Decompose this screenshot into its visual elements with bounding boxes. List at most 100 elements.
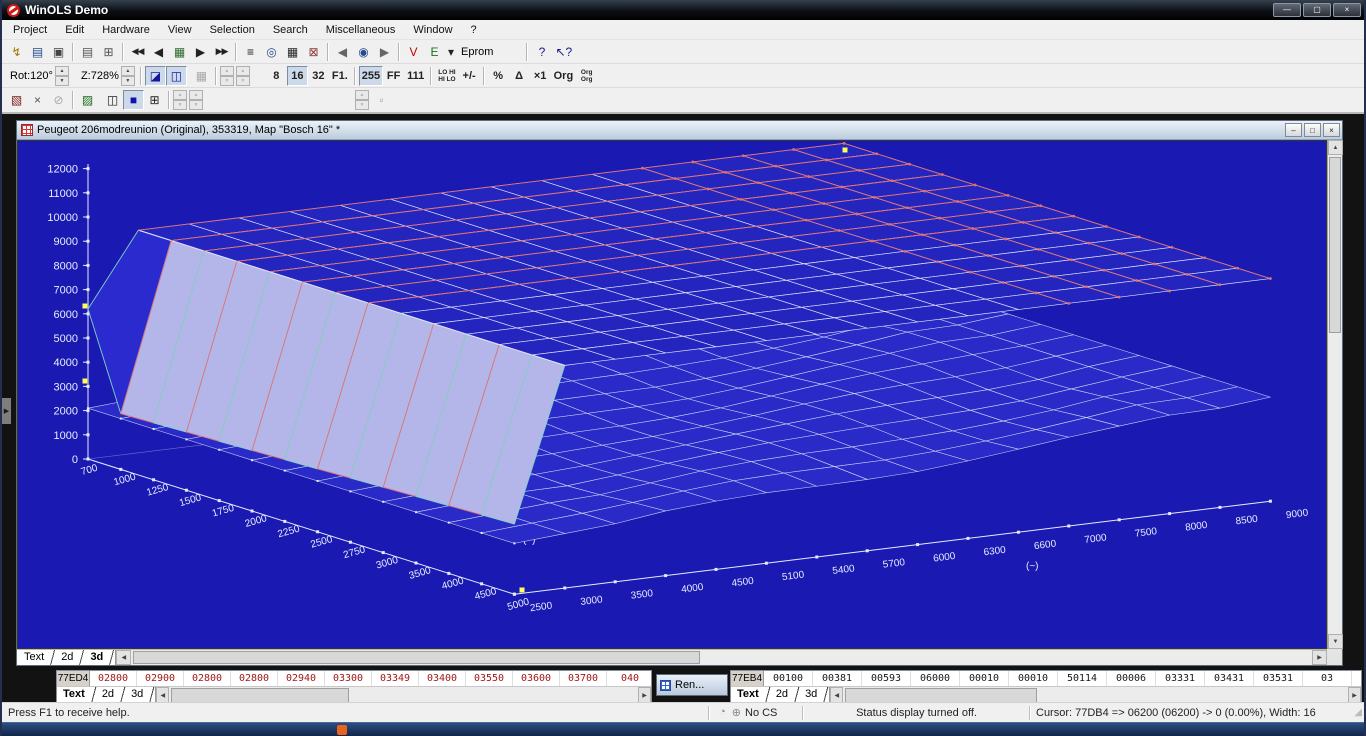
value-cell[interactable]: 03700 xyxy=(560,671,607,686)
x-axis-spinner[interactable]: ▲▼ xyxy=(220,66,234,86)
last-map-button[interactable]: ▶▶ xyxy=(211,42,232,62)
map-properties-icon[interactable]: ▧ xyxy=(6,90,27,110)
vertical-scroll-track[interactable] xyxy=(1328,155,1342,634)
value-spinner[interactable]: ▲▼ xyxy=(355,90,369,110)
window-list-icon[interactable]: ≡ xyxy=(240,42,261,62)
value-cell[interactable]: 00593 xyxy=(862,671,911,686)
value-cell[interactable]: 03400 xyxy=(419,671,466,686)
value-cell[interactable]: 03600 xyxy=(513,671,560,686)
horizontal-scroll-track[interactable] xyxy=(131,650,1312,665)
value-cell[interactable]: 02900 xyxy=(137,671,184,686)
value-cell[interactable]: 03550 xyxy=(466,671,513,686)
window-split-icon[interactable]: ◫ xyxy=(102,90,123,110)
background-fill-button[interactable]: ■ xyxy=(123,90,144,110)
value-cell[interactable]: 02800 xyxy=(90,671,137,686)
view-3d-grid-button[interactable]: ◫ xyxy=(166,66,187,86)
rotation-spinner[interactable]: ▲▼ xyxy=(55,66,69,86)
horizontal-scroll-thumb[interactable] xyxy=(845,688,1037,702)
scroll-right-button[interactable]: ▶ xyxy=(638,687,651,702)
insert-column-icon[interactable]: ⊞ xyxy=(144,90,165,110)
maximize-button[interactable]: ▢ xyxy=(1303,3,1331,17)
menu-edit[interactable]: Edit xyxy=(56,22,93,38)
spin-up-icon[interactable]: ▲ xyxy=(55,66,69,76)
print-icon[interactable]: ▣ xyxy=(48,42,69,62)
byte-order-button[interactable]: LO HIHI LO xyxy=(435,66,458,86)
map-window-titlebar[interactable]: Peugeot 206modreunion (Original), 353319… xyxy=(17,121,1342,140)
value-cell[interactable]: 06000 xyxy=(911,671,960,686)
map-table-icon[interactable]: ▦ xyxy=(282,42,303,62)
value-cell[interactable]: 03 xyxy=(1303,671,1352,686)
zoom-map-icon[interactable]: ◎ xyxy=(261,42,282,62)
help-icon[interactable]: ? xyxy=(531,42,552,62)
value-cell[interactable]: 00010 xyxy=(960,671,1009,686)
percent-button[interactable]: % xyxy=(488,66,509,86)
history-back-button[interactable]: ◀ xyxy=(332,42,353,62)
original-button[interactable]: Org xyxy=(551,66,577,86)
horizontal-scroll-thumb[interactable] xyxy=(171,688,349,702)
text-view-icon[interactable]: ▤ xyxy=(77,42,98,62)
y-axis-spinner[interactable]: ▲▼ xyxy=(236,66,250,86)
value-cell[interactable]: 00381 xyxy=(813,671,862,686)
sign-button[interactable]: +/- xyxy=(459,66,480,86)
zoom-spinner[interactable]: ▲▼ xyxy=(121,66,135,86)
menu-selection[interactable]: Selection xyxy=(201,22,264,38)
value-cell[interactable]: 03431 xyxy=(1205,671,1254,686)
spin-down-icon[interactable]: ▼ xyxy=(173,100,187,110)
resize-grip-icon[interactable]: ◢ xyxy=(1348,707,1364,718)
spin-up-icon[interactable]: ▲ xyxy=(355,90,369,100)
taskbar-app-icon[interactable] xyxy=(337,725,347,735)
tab-text[interactable]: Text xyxy=(19,650,49,665)
scroll-up-button[interactable]: ▲ xyxy=(1328,140,1343,155)
tab-text[interactable]: Text xyxy=(732,687,764,702)
first-map-button[interactable]: ◀◀ xyxy=(127,42,148,62)
row-spinner[interactable]: ▲▼ xyxy=(189,90,203,110)
spin-up-icon[interactable]: ▲ xyxy=(121,66,135,76)
difference-button[interactable]: Δ xyxy=(509,66,530,86)
window-77eb4[interactable]: 77EB400100003810059306000000100001050114… xyxy=(730,670,1362,702)
client-data-icon[interactable]: ▤ xyxy=(27,42,48,62)
dock-panel-arrow-icon[interactable]: ▶ xyxy=(2,398,11,424)
eprom-dropdown-arrow[interactable]: ▾ xyxy=(445,42,457,62)
checksum-icon[interactable]: V xyxy=(403,42,424,62)
menu-window[interactable]: Window xyxy=(404,22,461,38)
menu-help[interactable]: ? xyxy=(462,22,486,38)
horizontal-scroll-track[interactable] xyxy=(843,687,1348,702)
window-titlebar[interactable]: WinOLS Demo — ▢ × xyxy=(2,0,1364,20)
original-compare-button[interactable]: OrgOrg xyxy=(576,66,597,86)
spin-down-icon[interactable]: ▼ xyxy=(121,76,135,86)
spin-up-icon[interactable]: ▲ xyxy=(220,66,234,76)
next-map-button[interactable]: ▶ xyxy=(190,42,211,62)
value-cell[interactable]: 02800 xyxy=(184,671,231,686)
display-hex-button[interactable]: FF xyxy=(383,66,404,86)
spin-up-icon[interactable]: ▲ xyxy=(189,90,203,100)
vertical-scrollbar[interactable]: ▲ ▼ xyxy=(1327,140,1342,649)
tools-icon[interactable]: ⊠ xyxy=(303,42,324,62)
horizontal-scrollbar[interactable]: ◀ ▶ xyxy=(116,650,1327,665)
spin-up-icon[interactable]: ▲ xyxy=(236,66,250,76)
apply-value-button[interactable]: ▫ xyxy=(371,90,392,110)
tab-3d[interactable]: 3d xyxy=(800,687,822,702)
width-32bit-button[interactable]: 32 xyxy=(308,66,329,86)
value-cell[interactable]: 50114 xyxy=(1058,671,1107,686)
width-8bit-button[interactable]: 8 xyxy=(266,66,287,86)
spin-down-icon[interactable]: ▼ xyxy=(55,76,69,86)
scroll-left-button[interactable]: ◀ xyxy=(830,687,843,702)
close-button[interactable]: × xyxy=(1333,3,1361,17)
spin-down-icon[interactable]: ▼ xyxy=(220,76,234,86)
edit-properties-icon[interactable]: ▨ xyxy=(77,90,98,110)
hexdump-view-icon[interactable]: ⊞ xyxy=(98,42,119,62)
scroll-down-button[interactable]: ▼ xyxy=(1328,634,1343,649)
value-cell[interactable]: 00006 xyxy=(1107,671,1156,686)
import-file-icon[interactable]: ↯ xyxy=(6,42,27,62)
snapshot-icon[interactable]: ◉ xyxy=(353,42,374,62)
minimize-button[interactable]: — xyxy=(1273,3,1301,17)
menu-project[interactable]: Project xyxy=(4,22,56,38)
tab-text[interactable]: Text xyxy=(58,687,90,702)
windows-taskbar[interactable] xyxy=(2,722,1364,736)
menu-view[interactable]: View xyxy=(159,22,201,38)
value-cell[interactable]: 00010 xyxy=(1009,671,1058,686)
spin-down-icon[interactable]: ▼ xyxy=(236,76,250,86)
view-reset-button[interactable]: ▦ xyxy=(191,66,212,86)
value-cell[interactable]: 02800 xyxy=(231,671,278,686)
display-decimal-button[interactable]: 255 xyxy=(359,66,383,86)
